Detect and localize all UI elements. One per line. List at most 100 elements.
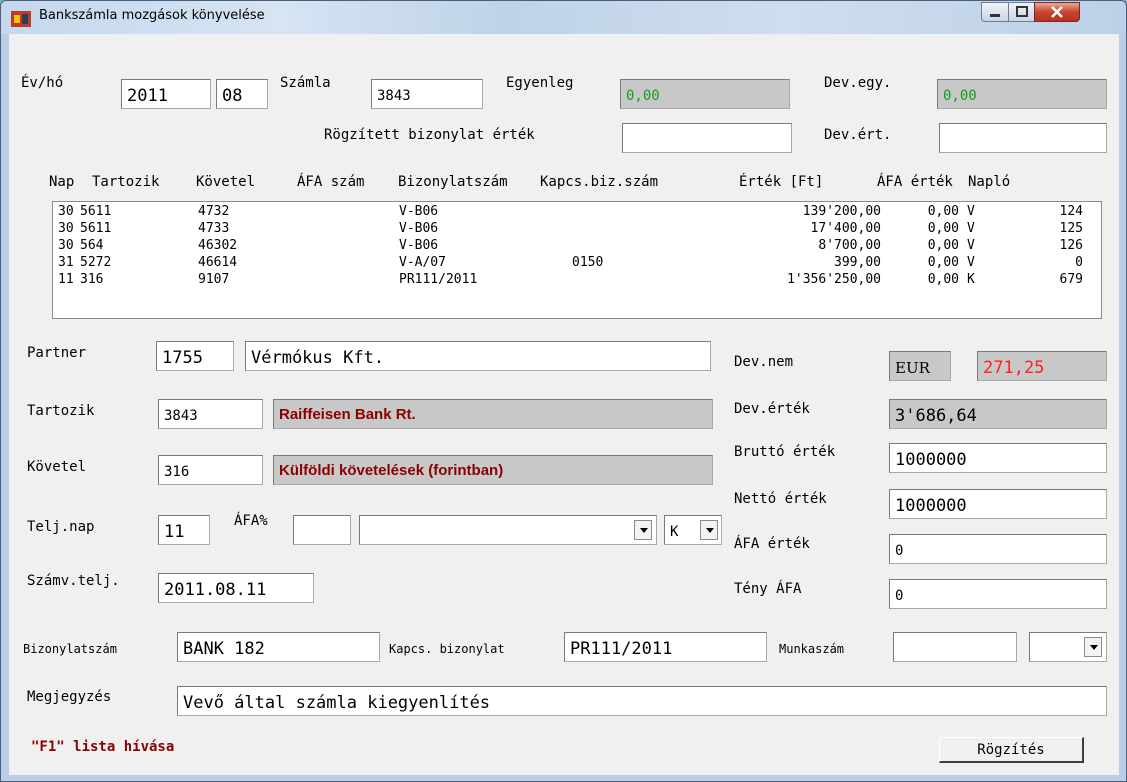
cell-flag: V (967, 238, 975, 253)
szamla-label: Számla (280, 75, 331, 91)
close-icon (1051, 6, 1063, 18)
szamvtelj-field[interactable]: 2011.08.11 (158, 573, 314, 603)
cell-kovetel: 46302 (198, 238, 238, 253)
afaertek-field[interactable]: 0 (889, 534, 1107, 564)
szamvtelj-label: Számv.telj. (27, 573, 120, 589)
cell-flag: V (967, 255, 975, 270)
bizonylatszam-label: Bizonylatszám (23, 642, 117, 656)
col-bizonylatszam: Bizonylatszám (398, 174, 508, 190)
col-ertek: Érték [Ft] (739, 174, 824, 190)
cell-afaertek: 0,00 (927, 221, 959, 236)
kapcs-label: Kapcs. bizonylat (389, 642, 505, 656)
table-row[interactable]: 30 5611 4733 V-B06 17'400,00 0,00 V 125 (53, 221, 1093, 238)
cell-kovetel: 46614 (198, 255, 238, 270)
partner-code-field[interactable]: 1755 (156, 341, 234, 371)
col-tartozik: Tartozik (92, 174, 160, 190)
table-row[interactable]: 11 316 9107 PR111/2011 1'356'250,00 0,00… (53, 272, 1093, 289)
cell-ertek: 8'700,00 (818, 238, 881, 253)
devnem-field: EUR (889, 351, 951, 381)
minimize-icon (990, 14, 1000, 17)
maximize-button[interactable] (1008, 2, 1035, 22)
cell-ertek: 139'200,00 (802, 204, 881, 219)
megjegyzes-label: Megjegyzés (27, 689, 112, 705)
cell-nap: 30 (58, 204, 74, 219)
cell-kovetel: 4733 (198, 221, 230, 236)
cell-biz: V-B06 (399, 221, 439, 236)
app-icon (11, 11, 31, 27)
close-button[interactable] (1034, 2, 1080, 22)
col-nap: Nap (49, 174, 75, 190)
chevron-down-icon[interactable] (1084, 637, 1102, 657)
kapcs-field[interactable]: PR111/2011 (564, 632, 767, 662)
col-afaertek: ÁFA érték (877, 174, 953, 190)
kovetel-field[interactable]: 316 (158, 455, 263, 485)
cell-naplo: 125 (1059, 221, 1083, 236)
rogzitett-field[interactable] (622, 123, 792, 153)
cell-naplo: 124 (1059, 204, 1083, 219)
cell-kovetel: 4732 (198, 204, 230, 219)
afa-label: ÁFA% (234, 513, 268, 529)
brutto-label: Bruttó érték (734, 444, 836, 460)
afaertek-label: ÁFA érték (734, 536, 810, 552)
col-afaszam: ÁFA szám (297, 174, 365, 190)
month-field[interactable]: 08 (216, 79, 268, 109)
col-naplo: Napló (968, 174, 1011, 190)
cell-biz: V-B06 (399, 204, 439, 219)
tartozik-field[interactable]: 3843 (158, 399, 263, 429)
netto-field[interactable]: 1000000 (889, 489, 1107, 519)
tartozik-label: Tartozik (27, 403, 95, 419)
cell-afaertek: 0,00 (927, 204, 959, 219)
table-row[interactable]: 30 564 46302 V-B06 8'700,00 0,00 V 126 (53, 238, 1093, 255)
munkaszam-field[interactable] (893, 632, 1017, 662)
arfolyam-field: 271,25 (977, 351, 1107, 381)
kovetel-desc: Külföldi követelések (forintban) (273, 455, 713, 485)
afa-field[interactable] (293, 515, 351, 545)
devertek-label: Dev.érték (734, 401, 810, 417)
cell-tartozik: 5272 (80, 255, 112, 270)
table-row[interactable]: 30 5611 4732 V-B06 139'200,00 0,00 V 124 (53, 204, 1093, 221)
tenyafa-label: Tény ÁFA (734, 581, 802, 597)
bizonylatszam-field[interactable]: BANK 182 (177, 632, 380, 662)
year-field[interactable]: 2011 (121, 79, 211, 109)
save-button[interactable]: Rögzítés (939, 737, 1084, 763)
cell-flag: K (967, 272, 975, 287)
afa-select[interactable] (359, 515, 657, 545)
cell-kovetel: 9107 (198, 272, 230, 287)
table-row[interactable]: 31 5272 46614 V-A/07 0150 399,00 0,00 V … (53, 255, 1093, 272)
cell-biz: V-A/07 (399, 255, 446, 270)
egyenleg-field: 0,00 (620, 79, 790, 109)
cell-ertek: 1'356'250,00 (787, 272, 881, 287)
devertek-field: 3'686,64 (889, 399, 1107, 429)
cell-nap: 30 (58, 221, 74, 236)
f1-hint: "F1" lista hívása (31, 739, 175, 755)
cell-afaertek: 0,00 (927, 272, 959, 287)
devert-field[interactable] (939, 123, 1107, 153)
cell-ertek: 399,00 (834, 255, 881, 270)
szamla-field[interactable]: 3843 (371, 79, 483, 109)
kovetel-label: Követel (27, 459, 87, 475)
tenyafa-field[interactable]: 0 (889, 579, 1107, 609)
partner-label: Partner (27, 345, 87, 361)
minimize-button[interactable] (981, 2, 1009, 22)
cell-tartozik: 564 (80, 238, 104, 253)
cell-afaertek: 0,00 (927, 255, 959, 270)
megjegyzes-field[interactable]: Vevő által számla kiegyenlítés (177, 686, 1107, 716)
partner-name-field[interactable]: Vérmókus Kft. (245, 341, 711, 371)
devegy-label: Dev.egy. (824, 75, 892, 91)
chevron-down-icon[interactable] (634, 520, 652, 540)
cell-tartozik: 316 (80, 272, 104, 287)
app-window: Bankszámla mozgások könyvelése Év/hó 201… (0, 0, 1127, 782)
cell-nap: 11 (58, 272, 74, 287)
cell-tartozik: 5611 (80, 204, 112, 219)
cell-flag: V (967, 221, 975, 236)
cell-naplo: 0 (1075, 255, 1083, 270)
chevron-down-icon[interactable] (700, 520, 718, 540)
window-title: Bankszámla mozgások könyvelése (39, 8, 265, 23)
cell-nap: 30 (58, 238, 74, 253)
egyenleg-label: Egyenleg (506, 75, 574, 91)
teljnap-field[interactable]: 11 (158, 515, 210, 545)
brutto-field[interactable]: 1000000 (889, 443, 1107, 473)
title-bar[interactable]: Bankszámla mozgások könyvelése (1, 1, 1126, 34)
entries-grid[interactable]: 30 5611 4732 V-B06 139'200,00 0,00 V 124… (52, 201, 1102, 319)
cell-afaertek: 0,00 (927, 238, 959, 253)
